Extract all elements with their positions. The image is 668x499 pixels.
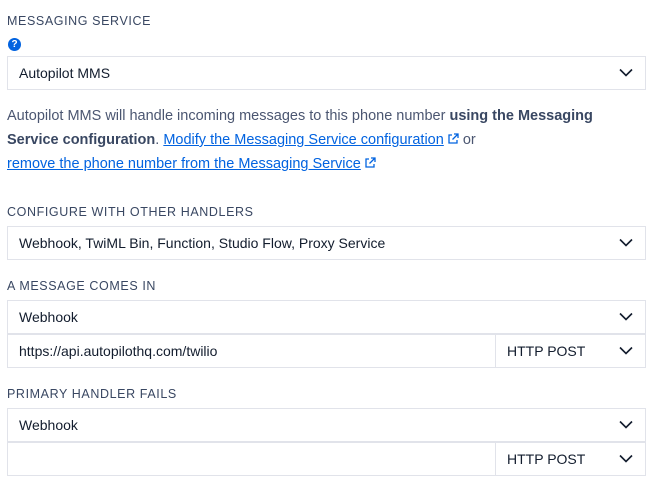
message-comes-in-url: https://api.autopilothq.com/twilio (19, 343, 218, 359)
messaging-service-description: Autopilot MMS will handle incoming messa… (7, 108, 593, 172)
chevron-down-icon (619, 420, 633, 429)
primary-handler-fails-method: HTTP POST (507, 451, 586, 467)
chevron-down-icon (619, 454, 633, 463)
message-comes-in-select[interactable]: Webhook (7, 300, 646, 334)
external-link-icon (448, 133, 459, 144)
messaging-service-select[interactable]: Autopilot MMS (7, 56, 646, 90)
chevron-down-icon (619, 238, 633, 247)
primary-handler-fails-url-input[interactable] (7, 442, 496, 476)
question-circle-icon[interactable]: ? (8, 38, 21, 51)
modify-config-link[interactable]: Modify the Messaging Service configurati… (163, 132, 443, 148)
messaging-service-label: MESSAGING SERVICE (7, 14, 152, 28)
other-handlers-value: Webhook, TwiML Bin, Function, Studio Flo… (19, 235, 386, 251)
primary-handler-fails-select[interactable]: Webhook (7, 408, 646, 442)
message-comes-in-url-input[interactable]: https://api.autopilothq.com/twilio (7, 334, 496, 368)
chevron-down-icon (619, 68, 633, 77)
other-handlers-label: CONFIGURE WITH OTHER HANDLERS (7, 205, 254, 219)
other-handlers-select[interactable]: Webhook, TwiML Bin, Function, Studio Flo… (7, 226, 646, 260)
primary-handler-fails-label: PRIMARY HANDLER FAILS (7, 387, 177, 401)
message-comes-in-label: A MESSAGE COMES IN (7, 279, 157, 293)
message-comes-in-method: HTTP POST (507, 343, 586, 359)
message-comes-in-value: Webhook (19, 309, 78, 325)
chevron-down-icon (619, 312, 633, 321)
chevron-down-icon (619, 346, 633, 355)
remove-number-link[interactable]: remove the phone number from the Messagi… (7, 156, 361, 172)
primary-handler-fails-method-select[interactable]: HTTP POST (495, 442, 646, 476)
message-comes-in-method-select[interactable]: HTTP POST (495, 334, 646, 368)
messaging-service-value: Autopilot MMS (19, 65, 111, 81)
external-link-icon (365, 157, 376, 168)
primary-handler-fails-value: Webhook (19, 417, 78, 433)
